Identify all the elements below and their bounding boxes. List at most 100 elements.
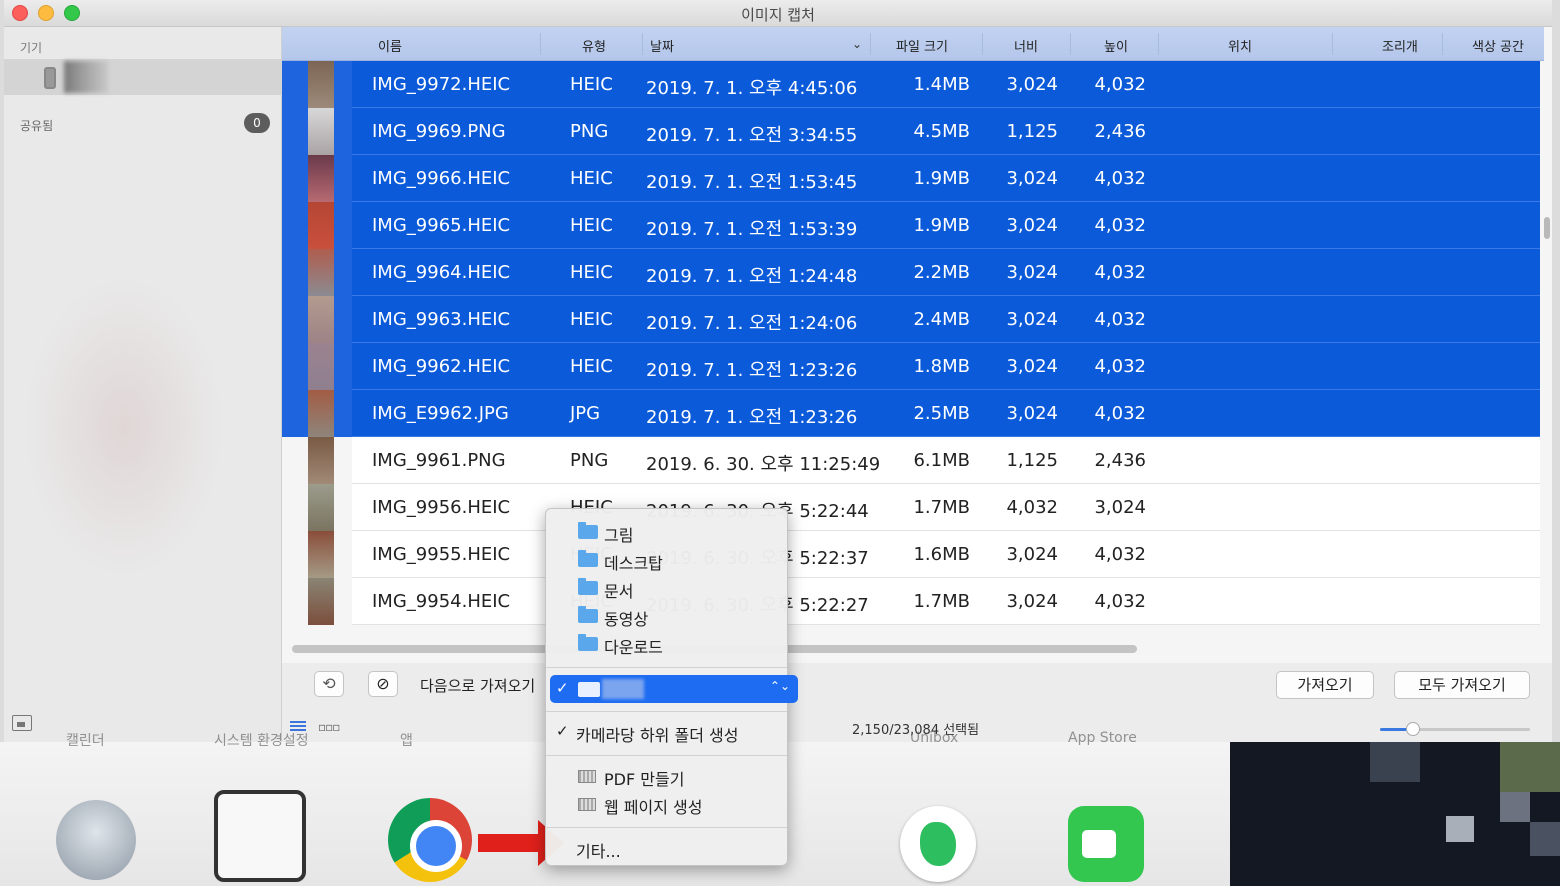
vertical-scrollbar[interactable] [1544, 217, 1550, 239]
menu-item-folder-movies[interactable]: 동영상 [546, 603, 787, 629]
cell-width: 3,024 [1006, 403, 1058, 424]
table-row[interactable]: IMG_E9962.JPG JPG 2019. 7. 1. 오전 1:23:26… [352, 390, 1540, 437]
column-file-size[interactable]: 파일 크기 [896, 36, 948, 55]
folder-icon [578, 578, 598, 595]
cell-height: 2,436 [1094, 450, 1146, 471]
cell-height: 2,436 [1094, 121, 1146, 142]
column-type[interactable]: 유형 [582, 36, 606, 55]
column-date[interactable]: 날짜 [650, 36, 674, 55]
table-row[interactable]: IMG_9963.HEIC HEIC 2019. 7. 1. 오전 1:24:0… [352, 296, 1540, 343]
menu-item-folder-downloads[interactable]: 다운로드 [546, 631, 787, 657]
cell-date: 2019. 7. 1. 오전 1:23:26 [646, 407, 858, 428]
cell-name: IMG_9955.HEIC [372, 544, 511, 565]
table-row[interactable]: IMG_9954.HEIC HEIC 2019. 6. 30. 오후 5:22:… [352, 578, 1540, 625]
cell-name: IMG_9954.HEIC [372, 591, 511, 612]
rotate-icon: ⟲ [322, 674, 336, 693]
column-divider [870, 33, 871, 55]
cell-date: 2019. 7. 1. 오전 1:53:45 [646, 172, 858, 193]
folder-icon [578, 606, 598, 623]
column-width[interactable]: 너비 [1014, 36, 1038, 55]
table-row[interactable]: IMG_9964.HEIC HEIC 2019. 7. 1. 오전 1:24:4… [352, 249, 1540, 296]
cell-size: 6.1MB [913, 450, 970, 471]
menu-item-subfolder-option[interactable]: ✓ 카메라당 하위 폴더 생성 [546, 719, 787, 745]
device-name-blurred [64, 61, 108, 93]
cell-date: 2019. 7. 1. 오후 4:45:06 [646, 78, 858, 99]
cell-name: IMG_9962.HEIC [372, 356, 511, 377]
grid-view-icon[interactable]: ▫▫▫ [318, 720, 340, 734]
import-all-button[interactable]: 모두 가져오기 [1394, 671, 1530, 699]
column-divider [982, 33, 983, 55]
cell-name: IMG_9972.HEIC [372, 74, 511, 95]
cell-size: 1.4MB [913, 74, 970, 95]
table-row[interactable]: IMG_9962.HEIC HEIC 2019. 7. 1. 오전 1:23:2… [352, 343, 1540, 390]
iphone-icon [44, 67, 56, 89]
menu-item-selected-folder[interactable]: ✓ ⌃⌄ [550, 675, 798, 703]
menu-item-folder-pictures[interactable]: 그림 [546, 519, 787, 545]
cell-type: HEIC [570, 168, 613, 189]
sidebar-item-device[interactable] [4, 59, 282, 95]
folder-icon [578, 550, 598, 567]
column-aperture[interactable]: 조리개 [1382, 36, 1418, 55]
column-location[interactable]: 위치 [1228, 36, 1252, 55]
column-divider [1070, 33, 1071, 55]
cell-type: HEIC [570, 262, 613, 283]
table-row[interactable]: IMG_9956.HEIC HEIC 2019. 6. 30. 오후 5:22:… [352, 484, 1540, 531]
cell-height: 4,032 [1094, 74, 1146, 95]
menu-item-folder-desktop[interactable]: 데스크탑 [546, 547, 787, 573]
column-divider [1332, 33, 1333, 55]
slider-knob[interactable] [1406, 722, 1420, 736]
cell-date: 2019. 7. 1. 오전 1:24:06 [646, 313, 858, 334]
table-row[interactable]: IMG_9972.HEIC HEIC 2019. 7. 1. 오후 4:45:0… [352, 61, 1540, 108]
menu-item-make-pdf[interactable]: PDF 만들기 [546, 763, 787, 789]
column-height[interactable]: 높이 [1104, 36, 1128, 55]
facetime-icon[interactable] [1068, 806, 1144, 882]
cell-width: 3,024 [1006, 215, 1058, 236]
cell-type: HEIC [570, 215, 613, 236]
migration-assistant-icon[interactable] [214, 790, 306, 882]
sort-chevron-icon[interactable]: ⌄ [852, 37, 862, 51]
pixelated-thumbnail [1230, 742, 1560, 886]
cell-name: IMG_9961.PNG [372, 450, 506, 471]
menu-item-other[interactable]: 기타... [546, 835, 787, 861]
cell-name: IMG_9969.PNG [372, 121, 506, 142]
pixel-block [1500, 742, 1560, 792]
menu-item-label: 동영상 [604, 610, 649, 629]
cell-name: IMG_9966.HEIC [372, 168, 511, 189]
menu-item-build-webpage[interactable]: 웹 페이지 생성 [546, 791, 787, 817]
menu-item-folder-documents[interactable]: 문서 [546, 575, 787, 601]
table-row[interactable]: IMG_9955.HEIC HEIC 2019. 6. 30. 오후 5:22:… [352, 531, 1540, 578]
cell-size: 2.4MB [913, 309, 970, 330]
delete-button[interactable]: ⊘ [368, 671, 398, 697]
show-sidebar-icon[interactable] [12, 715, 32, 731]
cell-date: 2019. 7. 1. 오전 1:23:26 [646, 360, 858, 381]
cell-height: 3,024 [1094, 497, 1146, 518]
pixel-block [1530, 822, 1560, 856]
pixel-block [1446, 816, 1474, 842]
column-name[interactable]: 이름 [378, 36, 402, 55]
cell-width: 4,032 [1006, 497, 1058, 518]
cell-name: IMG_9956.HEIC [372, 497, 511, 518]
thumbnail-size-slider[interactable] [1380, 722, 1530, 736]
table-row[interactable]: IMG_9966.HEIC HEIC 2019. 7. 1. 오전 1:53:4… [352, 155, 1540, 202]
import-button[interactable]: 가져오기 [1276, 671, 1374, 699]
cell-type: HEIC [570, 309, 613, 330]
main-area: 이름 유형 날짜 ⌄ 파일 크기 너비 높이 위치 조리개 색상 공간 IMG_… [282, 27, 1552, 742]
column-color-space[interactable]: 색상 공간 [1472, 36, 1524, 55]
table-row[interactable]: IMG_9965.HEIC HEIC 2019. 7. 1. 오전 1:53:3… [352, 202, 1540, 249]
evernote-icon[interactable] [900, 806, 976, 882]
chrome-icon[interactable] [388, 798, 472, 882]
folder-icon [578, 522, 598, 539]
rotate-left-button[interactable]: ⟲ [314, 671, 344, 697]
cell-width: 3,024 [1006, 591, 1058, 612]
cell-date: 2019. 7. 1. 오전 3:34:55 [646, 125, 858, 146]
table-row[interactable]: IMG_9961.PNG PNG 2019. 6. 30. 오후 11:25:4… [352, 437, 1540, 484]
cell-height: 4,032 [1094, 215, 1146, 236]
automator-icon[interactable] [56, 800, 136, 880]
column-divider [1158, 33, 1159, 55]
shared-count-badge: 0 [244, 113, 270, 133]
table-row[interactable]: IMG_9969.PNG PNG 2019. 7. 1. 오전 3:34:55 … [352, 108, 1540, 155]
menu-item-label: 기타... [576, 842, 621, 861]
photo-table: IMG_9972.HEIC HEIC 2019. 7. 1. 오후 4:45:0… [282, 61, 1544, 645]
menu-separator [546, 711, 787, 712]
dock-label: Unibox [910, 730, 959, 746]
